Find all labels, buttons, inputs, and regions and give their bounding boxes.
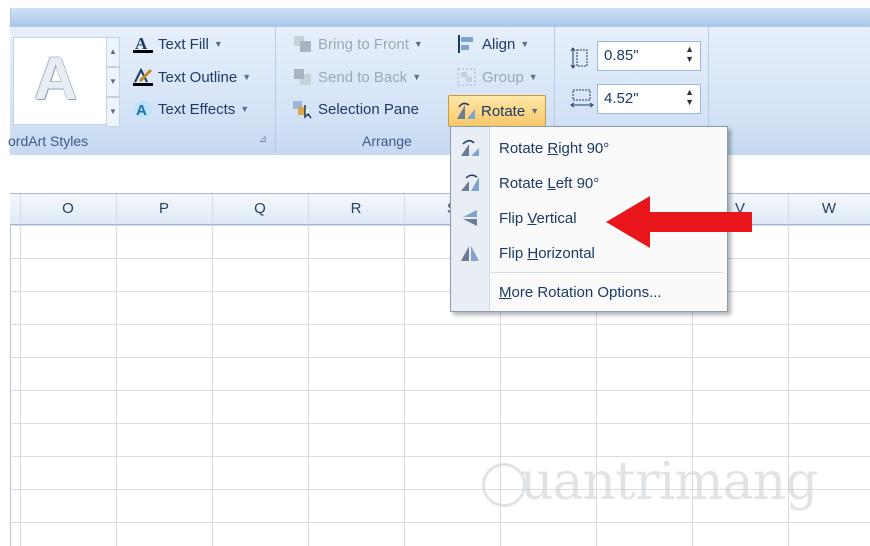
text-fill-icon: A	[132, 34, 154, 54]
menu-item-rotate-right[interactable]: Rotate Right 90°	[451, 131, 727, 165]
shape-height-input[interactable]: 0.85" ▲ ▼	[597, 41, 701, 71]
menu-item-label: Rotate Left 90°	[499, 175, 599, 192]
menu-item-label: Flip Vertical	[499, 210, 577, 227]
bring-to-front-icon	[292, 34, 314, 54]
shape-height-value: 0.85"	[604, 47, 639, 64]
gallery-more-icon[interactable]: ▼	[106, 97, 120, 127]
label-part: eft 90°	[555, 174, 600, 192]
accelerator-key: M	[499, 283, 512, 301]
menu-item-label: Rotate Right 90°	[499, 140, 609, 157]
chevron-down-icon: ▼	[242, 72, 252, 82]
group-icon	[456, 67, 478, 87]
text-fill-label: Text Fill	[158, 35, 209, 53]
accelerator-key: V	[527, 209, 537, 227]
wordart-styles-group: A ▲ ▼ ▼ A Text Fill ▼ Text Outline ▼ A T…	[8, 27, 276, 153]
align-icon	[456, 34, 478, 54]
selection-pane-button[interactable]: Selection Pane	[292, 99, 419, 119]
gallery-scroll-buttons[interactable]: ▲ ▼ ▼	[106, 37, 120, 127]
gallery-up-icon[interactable]: ▲	[106, 37, 120, 67]
text-outline-button[interactable]: Text Outline ▼	[132, 67, 251, 87]
rotate-icon	[455, 101, 477, 121]
menu-item-label: Flip Horizontal	[499, 245, 595, 262]
send-to-back-icon	[292, 67, 314, 87]
text-fill-button[interactable]: A Text Fill ▼	[132, 34, 223, 54]
svg-text:A: A	[136, 102, 147, 119]
text-effects-label: Text Effects	[158, 100, 236, 118]
text-outline-icon	[132, 67, 154, 87]
label-part: Flip	[499, 244, 528, 262]
accelerator-key: L	[547, 174, 556, 192]
shape-width-icon	[570, 87, 594, 114]
accelerator-key: H	[527, 244, 539, 262]
send-to-back-label: Send to Back	[318, 68, 408, 86]
grid-line	[212, 194, 213, 546]
shape-width-value: 4.52"	[604, 90, 639, 107]
wordart-style-gallery[interactable]: A	[13, 37, 107, 125]
text-effects-button[interactable]: A Text Effects ▼	[132, 99, 249, 119]
column-header-Q[interactable]: Q	[212, 194, 309, 224]
red-arrow-icon	[606, 196, 752, 248]
rotate-left-icon	[451, 173, 489, 193]
label-part: ertical	[536, 209, 577, 227]
formula-bar[interactable]	[10, 155, 870, 194]
chevron-down-icon: ▼	[240, 104, 250, 114]
accelerator-key: R	[547, 139, 559, 157]
column-header-P[interactable]: P	[116, 194, 213, 224]
wordart-preview-letter: A	[34, 45, 78, 112]
selection-pane-icon	[292, 99, 314, 119]
label-part: Rotate	[499, 174, 548, 192]
ribbon-tab-strip	[10, 8, 870, 28]
bring-to-front-button[interactable]: Bring to Front ▼	[292, 34, 423, 54]
chevron-down-icon: ▼	[412, 72, 422, 82]
text-effects-icon: A	[132, 99, 154, 119]
align-button[interactable]: Align ▼	[456, 34, 529, 54]
menu-separator	[491, 272, 723, 273]
menu-item-label: More Rotation Options...	[499, 284, 662, 301]
spin-up-down-icon[interactable]: ▲ ▼	[685, 44, 694, 64]
column-header-R[interactable]: R	[308, 194, 405, 224]
grid-line	[308, 194, 309, 546]
chevron-down-icon: ▼	[213, 39, 223, 49]
chevron-down-icon: ▼	[530, 106, 540, 116]
column-header-W[interactable]: W	[788, 194, 870, 224]
flip-vertical-icon	[451, 208, 489, 228]
shape-height-icon	[570, 47, 592, 74]
column-header-O[interactable]: O	[20, 194, 117, 224]
menu-item-more-rotation-options[interactable]: More Rotation Options...	[451, 275, 727, 309]
rotate-label: Rotate	[481, 102, 526, 120]
bring-to-front-label: Bring to Front	[318, 35, 409, 53]
align-label: Align	[482, 35, 516, 53]
label-part: ight 90°	[558, 139, 610, 157]
shape-width-input[interactable]: 4.52" ▲ ▼	[597, 84, 701, 114]
group-button[interactable]: Group ▼	[456, 67, 538, 87]
chevron-down-icon: ▼	[413, 39, 423, 49]
grid-line	[116, 194, 117, 546]
chevron-down-icon: ▼	[528, 72, 538, 82]
grid-line	[20, 194, 21, 546]
chevron-down-icon: ▼	[520, 39, 530, 49]
selection-pane-label: Selection Pane	[318, 100, 419, 118]
text-outline-label: Text Outline	[158, 68, 238, 86]
wordart-styles-group-label: ordArt Styles	[8, 133, 89, 149]
gallery-down-icon[interactable]: ▼	[106, 67, 120, 97]
rotate-right-icon	[451, 138, 489, 158]
label-part: orizontal	[538, 244, 595, 262]
ribbon: A ▲ ▼ ▼ A Text Fill ▼ Text Outline ▼ A T…	[8, 27, 870, 156]
label-part: Rotate	[499, 139, 548, 157]
spin-up-down-icon[interactable]: ▲ ▼	[685, 87, 694, 107]
flip-horizontal-icon	[451, 243, 489, 263]
grid-line	[404, 194, 405, 546]
send-to-back-button[interactable]: Send to Back ▼	[292, 67, 421, 87]
watermark-text: uantrimang	[520, 452, 818, 512]
group-label: Group	[482, 68, 524, 86]
label-part: Flip	[499, 209, 528, 227]
dialog-launcher-icon[interactable]: ⊿	[259, 134, 267, 145]
rotate-button[interactable]: Rotate ▼	[448, 95, 547, 127]
excel-window: A ▲ ▼ ▼ A Text Fill ▼ Text Outline ▼ A T…	[0, 0, 870, 546]
label-part: ore Rotation Options...	[511, 283, 662, 301]
